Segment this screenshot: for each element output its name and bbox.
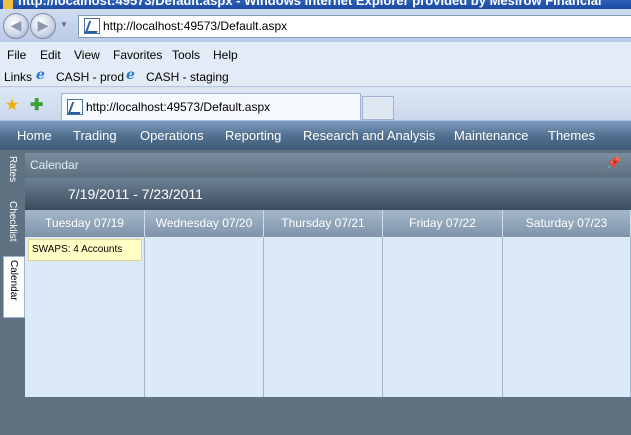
day-cell[interactable] <box>503 237 631 397</box>
calendar-day-column: Saturday 07/23 <box>503 210 631 397</box>
menu-help[interactable]: Help <box>213 48 238 62</box>
nav-trading[interactable]: Trading <box>73 128 117 143</box>
calendar-panel: Calendar 📌 7/19/2011 - 7/23/2011 Tuesday… <box>25 153 631 397</box>
nav-maintenance[interactable]: Maintenance <box>454 128 528 143</box>
page-icon <box>67 99 83 115</box>
add-favorite-icon[interactable]: ✚ <box>30 95 43 115</box>
day-cell[interactable] <box>383 237 503 397</box>
calendar-grid: Tuesday 07/19 SWAPS: 4 Accounts Wednesda… <box>25 210 631 397</box>
side-tabs: Rates Checklist Calendar <box>0 153 25 435</box>
day-cell[interactable]: SWAPS: 4 Accounts <box>25 237 145 397</box>
menu-bar: File Edit View Favorites Tools Help <box>0 42 631 65</box>
day-header: Friday 07/22 <box>383 210 503 237</box>
address-toolbar: ◀ ▶ ▼ http://localhost:49573/Default.asp… <box>0 9 631 42</box>
address-text[interactable]: http://localhost:49573/Default.aspx <box>103 19 287 33</box>
app-nav-bar: Home Trading Operations Reporting Resear… <box>0 120 631 150</box>
day-header: Wednesday 07/20 <box>145 210 264 237</box>
window-title: http://localhost:49573/Default.aspx - Wi… <box>18 0 602 8</box>
side-tab-rates[interactable]: Rates <box>3 153 23 189</box>
ie-icon <box>3 0 13 9</box>
back-button[interactable]: ◀ <box>3 13 29 39</box>
side-tab-calendar[interactable]: Calendar <box>3 256 25 318</box>
link-label: CASH - staging <box>146 70 229 84</box>
ie-page-icon: e <box>126 67 135 83</box>
tab-bar: ★ ✚ http://localhost:49573/Default.aspx <box>0 88 631 120</box>
pin-icon[interactable]: 📌 <box>606 156 621 170</box>
link-cash-prod[interactable]: e CASH - prod <box>36 68 126 84</box>
main-area: Rates Checklist Calendar Calendar 📌 7/19… <box>0 150 631 435</box>
side-tab-label: Calendar <box>8 260 19 301</box>
day-cell[interactable] <box>264 237 383 397</box>
menu-file[interactable]: File <box>7 48 26 62</box>
window-title-bar: http://localhost:49573/Default.aspx - Wi… <box>0 0 631 9</box>
chevron-down-icon[interactable]: ▼ <box>60 19 70 31</box>
side-tab-checklist[interactable]: Checklist <box>3 198 23 248</box>
favorites-star-icon[interactable]: ★ <box>5 95 19 115</box>
menu-view[interactable]: View <box>74 48 100 62</box>
page-icon <box>84 18 100 34</box>
day-header: Thursday 07/21 <box>264 210 383 237</box>
calendar-date-range: 7/19/2011 - 7/23/2011 <box>68 186 203 202</box>
ie-page-icon: e <box>36 67 45 83</box>
tab-title: http://localhost:49573/Default.aspx <box>86 100 271 114</box>
link-label: CASH - prod <box>56 70 125 84</box>
calendar-day-column: Wednesday 07/20 <box>145 210 264 397</box>
panel-header: Calendar 📌 <box>25 153 631 176</box>
calendar-day-column: Tuesday 07/19 SWAPS: 4 Accounts <box>25 210 145 397</box>
new-tab-button[interactable] <box>362 96 394 120</box>
menu-edit[interactable]: Edit <box>40 48 61 62</box>
links-bar: Links e CASH - prod e CASH - staging <box>0 65 631 87</box>
nav-reporting[interactable]: Reporting <box>225 128 281 143</box>
nav-operations[interactable]: Operations <box>140 128 204 143</box>
day-header: Saturday 07/23 <box>503 210 631 237</box>
day-header: Tuesday 07/19 <box>25 210 145 237</box>
nav-themes[interactable]: Themes <box>548 128 595 143</box>
browser-tab[interactable]: http://localhost:49573/Default.aspx <box>61 93 361 120</box>
calendar-day-column: Friday 07/22 <box>383 210 503 397</box>
menu-favorites[interactable]: Favorites <box>113 48 162 62</box>
links-label: Links <box>4 70 33 84</box>
day-cell[interactable] <box>145 237 264 397</box>
side-tab-label: Rates <box>7 156 18 183</box>
calendar-day-column: Thursday 07/21 <box>264 210 383 397</box>
menu-tools[interactable]: Tools <box>172 48 200 62</box>
side-tab-label: Checklist <box>7 201 18 242</box>
address-bar[interactable]: http://localhost:49573/Default.aspx <box>78 15 631 38</box>
panel-title: Calendar <box>30 158 79 172</box>
nav-research-and-analysis[interactable]: Research and Analysis <box>303 128 435 143</box>
forward-button[interactable]: ▶ <box>30 13 56 39</box>
nav-home[interactable]: Home <box>17 128 52 143</box>
link-cash-staging[interactable]: e CASH - staging <box>126 68 236 84</box>
calendar-range-bar: 7/19/2011 - 7/23/2011 <box>25 178 631 210</box>
appointment[interactable]: SWAPS: 4 Accounts <box>28 239 142 261</box>
